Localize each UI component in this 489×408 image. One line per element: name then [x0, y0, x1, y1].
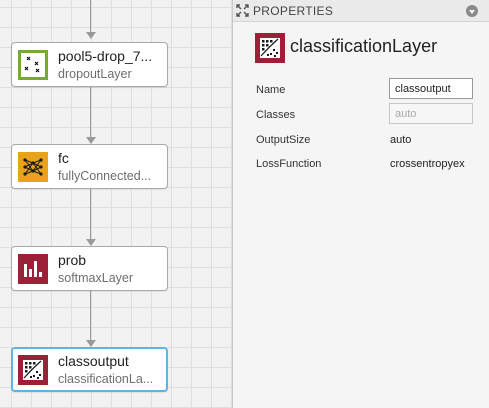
- connector-arrow: [86, 137, 96, 144]
- properties-panel: PROPERTIES classificationLayer Name clas…: [233, 0, 489, 408]
- softmax-layer-icon: [18, 254, 48, 284]
- layer-name: classoutput: [58, 353, 129, 369]
- layer-node-softmax[interactable]: prob softmaxLayer: [11, 246, 168, 291]
- selected-layer-type: classificationLayer: [290, 36, 438, 56]
- layer-type: softmaxLayer: [58, 271, 134, 285]
- output-size-label: OutputSize: [256, 134, 311, 146]
- chevron-down-icon: [469, 9, 475, 14]
- classes-input: [389, 103, 473, 124]
- layer-node-classification[interactable]: classoutput classificationLa...: [11, 347, 168, 392]
- classification-layer-icon: [18, 355, 48, 385]
- layer-type: fullyConnected...: [58, 169, 152, 183]
- connector-line: [90, 290, 91, 341]
- dropout-layer-icon: [18, 50, 48, 80]
- network-canvas[interactable]: pool5-drop_7... dropoutLayer fc fullyCon…: [0, 0, 232, 408]
- fully-connected-layer-icon: [18, 152, 48, 182]
- connector-line: [90, 0, 91, 32]
- layer-type: classificationLa...: [58, 372, 154, 386]
- name-input[interactable]: [389, 78, 473, 99]
- connector-arrow: [86, 340, 96, 347]
- loss-function-value: crossentropyex: [390, 158, 465, 170]
- connector-arrow: [86, 32, 96, 39]
- connector-line: [90, 87, 91, 138]
- properties-header: PROPERTIES: [233, 0, 489, 22]
- classification-layer-icon: [255, 33, 285, 63]
- classes-label: Classes: [256, 109, 296, 121]
- layer-name: pool5-drop_7...: [58, 48, 153, 64]
- properties-title: PROPERTIES: [253, 4, 334, 18]
- layer-node-dropout[interactable]: pool5-drop_7... dropoutLayer: [11, 42, 168, 87]
- connector-line: [90, 189, 91, 240]
- output-size-value: auto: [390, 134, 412, 146]
- layer-type: dropoutLayer: [58, 67, 132, 81]
- collapse-panel-button[interactable]: [466, 5, 478, 17]
- layer-name: fc: [58, 150, 69, 166]
- layer-node-fc[interactable]: fc fullyConnected...: [11, 144, 168, 189]
- layer-name: prob: [58, 252, 87, 268]
- connector-arrow: [86, 239, 96, 246]
- name-label: Name: [256, 84, 286, 96]
- loss-function-label: LossFunction: [256, 158, 322, 170]
- expand-icon[interactable]: [235, 3, 250, 18]
